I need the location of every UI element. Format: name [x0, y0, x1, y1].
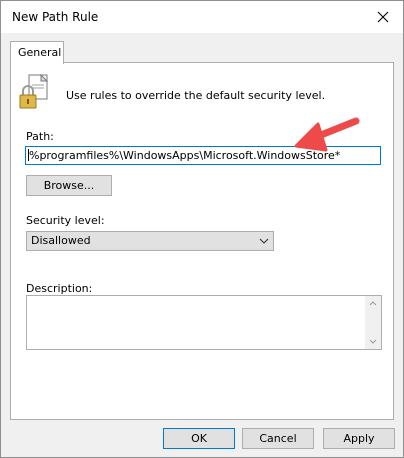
cancel-button[interactable]: Cancel: [242, 428, 314, 449]
description-label: Description:: [26, 282, 93, 295]
close-button[interactable]: [363, 1, 403, 33]
security-level-label: Security level:: [26, 214, 105, 227]
lock-icon: [19, 73, 49, 109]
path-value: %programfiles%\WindowsApps\Microsoft.Win…: [29, 149, 341, 162]
path-label: Path:: [26, 130, 54, 143]
browse-button[interactable]: Browse...: [26, 175, 112, 196]
intro-text: Use rules to override the default securi…: [66, 89, 326, 102]
title-bar: New Path Rule: [1, 1, 403, 33]
chevron-down-icon: [259, 238, 269, 244]
tab-general-label: General: [18, 46, 62, 59]
path-input[interactable]: %programfiles%\WindowsApps\Microsoft.Win…: [25, 146, 381, 165]
ok-button[interactable]: OK: [163, 428, 235, 449]
security-level-value: Disallowed: [31, 234, 91, 247]
description-scrollbar[interactable]: [365, 296, 381, 349]
close-icon: [377, 11, 389, 23]
dialog-window: New Path Rule General Use rules to overr…: [0, 0, 404, 458]
apply-button[interactable]: Apply: [323, 428, 395, 449]
tab-general[interactable]: General: [10, 41, 64, 64]
scroll-down-icon[interactable]: [369, 339, 377, 344]
scroll-up-icon[interactable]: [369, 301, 377, 306]
description-textarea[interactable]: [26, 295, 382, 350]
security-level-select[interactable]: Disallowed: [26, 231, 274, 251]
window-title: New Path Rule: [12, 10, 99, 24]
